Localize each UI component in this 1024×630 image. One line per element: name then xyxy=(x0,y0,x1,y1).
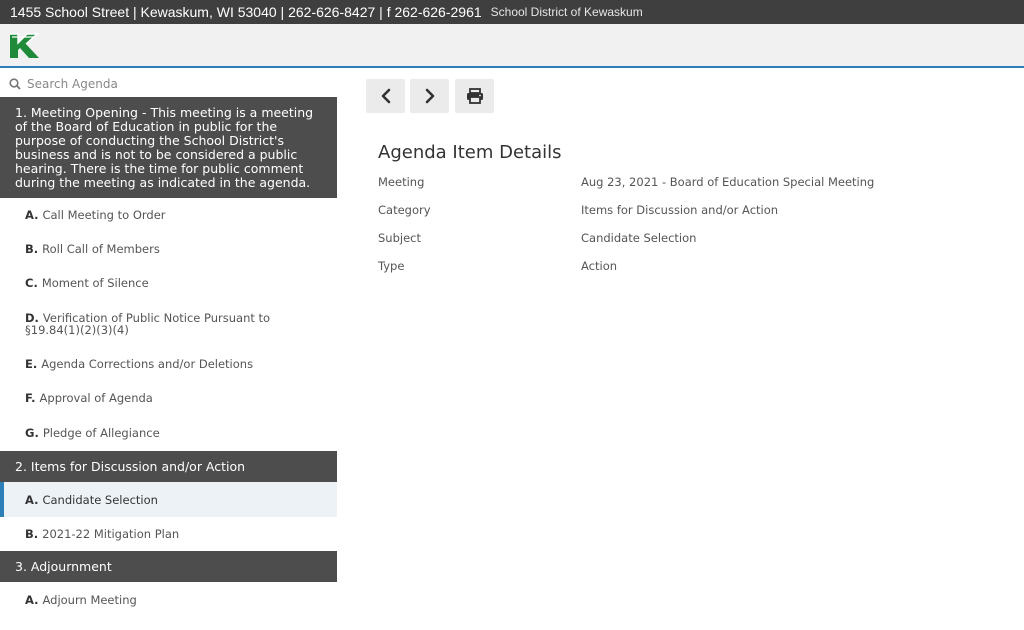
detail-value: Action xyxy=(581,259,618,273)
section-title: 2. Items for Discussion and/or Action xyxy=(15,458,246,474)
item-label: Call Meeting to Order xyxy=(42,208,166,222)
item-letter: B. xyxy=(25,242,39,256)
chevron-left-icon xyxy=(381,88,390,104)
section-title: 3. Adjournment xyxy=(15,558,112,574)
item-label: Agenda Corrections and/or Deletions xyxy=(41,357,254,371)
detail-label: Subject xyxy=(378,231,421,245)
agenda-sidebar: 1. Meeting Opening - This meeting is a m… xyxy=(0,70,337,630)
district-logo-icon[interactable] xyxy=(8,31,41,61)
agenda-item-2b[interactable]: B. 2021-22 Mitigation Plan xyxy=(0,517,337,551)
item-label: Candidate Selection xyxy=(42,492,158,507)
item-letter: G. xyxy=(25,426,39,440)
agenda-item-2a[interactable]: A. Candidate Selection xyxy=(0,482,337,517)
details-title: Agenda Item Details xyxy=(378,142,562,163)
print-button[interactable] xyxy=(455,79,494,113)
search-input[interactable] xyxy=(27,76,327,91)
district-name: School District of Kewaskum xyxy=(490,5,643,19)
agenda-item-1f[interactable]: F. Approval of Agenda xyxy=(0,381,337,415)
item-label: Adjourn Meeting xyxy=(42,592,137,607)
agenda-item-1d[interactable]: D. Verification of Public Notice Pursuant… xyxy=(0,300,337,347)
detail-label: Meeting xyxy=(378,175,425,189)
district-address: 1455 School Street | Kewaskum, WI 53040 … xyxy=(10,4,482,20)
next-item-button[interactable] xyxy=(410,79,449,113)
item-letter: A. xyxy=(25,592,39,607)
agenda-item-1a[interactable]: A. Call Meeting to Order xyxy=(0,198,337,232)
item-label: Verification of Public Notice Pursuant t… xyxy=(25,310,271,337)
detail-label: Category xyxy=(378,203,431,217)
item-letter: E. xyxy=(25,357,38,371)
item-letter: A. xyxy=(25,492,39,507)
agenda-item-1b[interactable]: B. Roll Call of Members xyxy=(0,232,337,266)
detail-value: Candidate Selection xyxy=(581,231,697,245)
agenda-section-3[interactable]: 3. Adjournment xyxy=(0,551,337,582)
agenda-section-2[interactable]: 2. Items for Discussion and/or Action xyxy=(0,451,337,482)
item-letter: F. xyxy=(25,391,36,405)
chevron-right-icon xyxy=(425,88,434,104)
agenda-item-3a[interactable]: A. Adjourn Meeting xyxy=(0,582,337,617)
previous-item-button[interactable] xyxy=(366,79,405,113)
item-label: Approval of Agenda xyxy=(39,391,153,405)
item-label: 2021-22 Mitigation Plan xyxy=(42,527,180,541)
printer-icon xyxy=(466,88,483,104)
item-label: Moment of Silence xyxy=(41,276,149,290)
detail-label: Type xyxy=(378,259,405,273)
item-label: Pledge of Allegiance xyxy=(42,426,160,440)
header-bar xyxy=(0,24,1024,68)
item-letter: B. xyxy=(25,527,39,541)
item-letter: A. xyxy=(25,208,39,222)
detail-value: Aug 23, 2021 - Board of Education Specia… xyxy=(581,175,875,189)
agenda-item-1g[interactable]: G. Pledge of Allegiance xyxy=(0,415,337,451)
item-letter: C. xyxy=(25,276,38,290)
agenda-section-1[interactable]: 1. Meeting Opening - This meeting is a m… xyxy=(0,97,337,198)
agenda-search xyxy=(0,70,337,97)
agenda-item-1e[interactable]: E. Agenda Corrections and/or Deletions xyxy=(0,347,337,381)
item-label: Roll Call of Members xyxy=(42,242,160,256)
detail-value: Items for Discussion and/or Action xyxy=(581,203,779,217)
contact-bar: 1455 School Street | Kewaskum, WI 53040 … xyxy=(0,0,1024,24)
search-icon xyxy=(9,77,21,90)
agenda-item-1c[interactable]: C. Moment of Silence xyxy=(0,266,337,300)
section-title: 1. Meeting Opening - This meeting is a m… xyxy=(15,104,314,190)
